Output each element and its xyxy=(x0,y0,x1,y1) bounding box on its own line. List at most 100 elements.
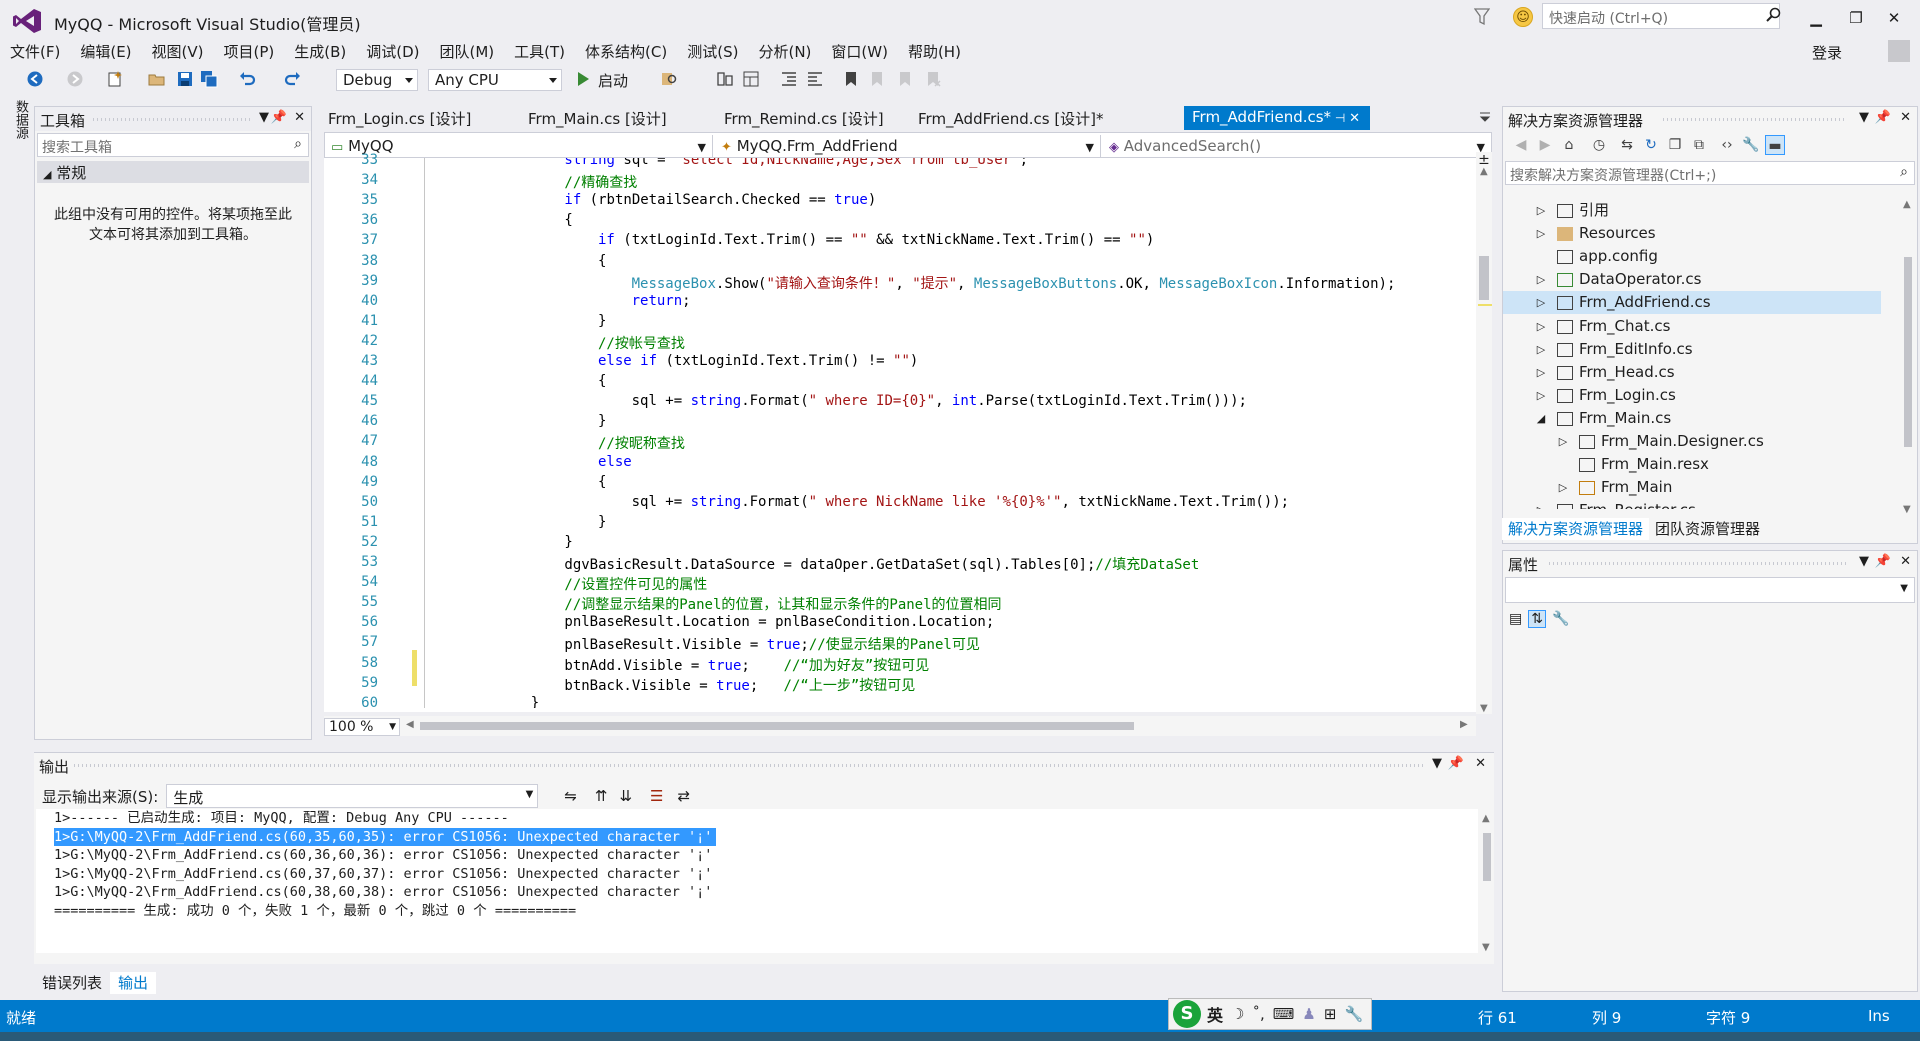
code-line[interactable]: btnBack.Visible = true; //“上一步”按钮可见 xyxy=(430,675,915,695)
indent-icon[interactable] xyxy=(780,70,798,88)
collapsed-arrow-icon[interactable]: ▷ xyxy=(1535,199,1547,222)
editor-vertical-scrollbar[interactable]: ▲ ▼ xyxy=(1476,166,1492,714)
document-tab[interactable]: Frm_Main.cs [设计] xyxy=(520,106,700,130)
code-line[interactable]: //调整显示结果的Panel的位置，让其和显示条件的Panel的位置相同 xyxy=(430,594,1001,614)
properties-wrench-icon[interactable]: 🔧 xyxy=(1741,135,1761,155)
open-file-icon[interactable] xyxy=(148,70,166,88)
restore-button[interactable]: ❐ xyxy=(1842,6,1870,30)
menu-item[interactable]: 生成(B) xyxy=(284,40,356,64)
menu-item[interactable]: 编辑(E) xyxy=(70,40,141,64)
window-position-icon[interactable]: ▼ xyxy=(1432,756,1442,771)
code-editor[interactable]: 33 34 35 36 37 38 39 40 41 42 43 44 45 46 47 48 49 50 51 52… xyxy=(324,152,1492,736)
bookmark-icon[interactable] xyxy=(842,70,860,88)
type-combo[interactable]: ✦ MyQQ.Frm_AddFriend ▼ xyxy=(715,135,1101,157)
solution-tree-item[interactable]: ▷ Frm_AddFriend.cs xyxy=(1503,291,1881,315)
new-project-icon[interactable] xyxy=(106,70,124,88)
collapse-all-icon[interactable]: ❐ xyxy=(1665,135,1685,155)
solution-search-input[interactable]: 搜索解决方案资源管理器(Ctrl+;) ⌕ xyxy=(1505,161,1915,185)
categorized-icon[interactable]: ▤ xyxy=(1509,611,1522,627)
code-line[interactable]: //设置控件可见的属性 xyxy=(430,574,707,594)
close-icon[interactable]: ✕ xyxy=(1900,110,1911,125)
layout-icon[interactable] xyxy=(742,70,760,88)
collapsed-arrow-icon[interactable]: ▷ xyxy=(1535,361,1547,384)
member-combo[interactable]: ◈ AdvancedSearch() ▼ xyxy=(1103,135,1491,157)
code-line[interactable]: else if (txtLoginId.Text.Trim() != "") xyxy=(430,353,918,369)
solution-tree-item[interactable]: ▷ Frm_EditInfo.cs xyxy=(1503,338,1881,361)
collapsed-arrow-icon[interactable]: ▷ xyxy=(1535,268,1547,291)
ime-tools-icon[interactable]: 🔧 xyxy=(1344,1005,1363,1023)
window-position-icon[interactable]: ▼ xyxy=(1859,554,1869,569)
scrollbar-thumb[interactable] xyxy=(1904,257,1912,447)
menu-item[interactable]: 工具(T) xyxy=(504,40,575,64)
collapsed-arrow-icon[interactable]: ▷ xyxy=(1535,338,1547,361)
code-line[interactable]: MessageBox.Show("请输入查询条件！", "提示", Messag… xyxy=(430,273,1396,293)
solution-tree-item[interactable]: ▷ Frm_Head.cs xyxy=(1503,361,1881,384)
code-line[interactable]: { xyxy=(430,253,606,269)
code-line[interactable]: return; xyxy=(430,293,691,309)
document-tab[interactable]: Frm_Login.cs [设计] xyxy=(320,106,500,130)
minimize-button[interactable]: ▁ xyxy=(1802,6,1830,30)
show-all-files-icon[interactable]: ⧉ xyxy=(1689,135,1709,155)
code-line[interactable]: dgvBasicResult.DataSource = dataOper.Get… xyxy=(430,554,1199,574)
output-line[interactable]: 1>G:\MyQQ-2\Frm_AddFriend.cs(60,35,60,35… xyxy=(54,827,717,846)
menu-item[interactable]: 文件(F) xyxy=(0,40,70,64)
find-message-icon[interactable]: ⇋ xyxy=(564,787,577,805)
save-all-icon[interactable] xyxy=(200,70,218,88)
solution-tree-item[interactable]: ▷ Frm_Main.Designer.cs xyxy=(1503,430,1881,453)
start-button-label[interactable]: 启动 xyxy=(598,70,628,91)
code-line[interactable]: } xyxy=(430,534,572,550)
alphabetical-icon[interactable]: ⇅ xyxy=(1528,610,1546,628)
output-line[interactable]: 1>G:\MyQQ-2\Frm_AddFriend.cs(60,38,60,38… xyxy=(36,883,1478,902)
previous-message-icon[interactable]: ⇈ xyxy=(595,787,608,805)
code-line[interactable]: if (txtLoginId.Text.Trim() == "" && txtN… xyxy=(430,232,1154,248)
horizontal-scrollbar-thumb[interactable] xyxy=(420,722,1134,730)
code-line[interactable]: //按帐号查找 xyxy=(430,333,685,353)
forward-icon[interactable]: ▶ xyxy=(1535,135,1555,155)
tab-team-explorer[interactable]: 团队资源管理器 xyxy=(1649,518,1766,540)
prev-bookmark-icon[interactable] xyxy=(868,70,886,88)
home-icon[interactable]: ⌂ xyxy=(1559,135,1579,155)
menu-item[interactable]: 视图(V) xyxy=(142,40,214,64)
forward-icon[interactable] xyxy=(66,70,84,88)
back-icon[interactable] xyxy=(26,70,44,88)
solution-icon[interactable] xyxy=(716,70,734,88)
solution-tree-item[interactable]: ▷ Resources xyxy=(1503,222,1881,245)
code-line[interactable]: } xyxy=(430,695,539,708)
close-icon[interactable]: ✕ xyxy=(294,110,305,125)
menu-item[interactable]: 项目(P) xyxy=(214,40,285,64)
code-line[interactable]: pnlBaseResult.Visible = true;//使显示结果的Pan… xyxy=(430,634,979,654)
code-line[interactable]: } xyxy=(430,313,606,329)
document-tab[interactable]: Frm_AddFriend.cs* ⊣ ✕ xyxy=(1184,106,1370,130)
scroll-up-icon[interactable]: ▲ xyxy=(1903,199,1911,210)
output-source-combo[interactable]: 生成 ▼ xyxy=(166,784,539,808)
solution-tree-item[interactable]: ▷ Frm_Login.cs xyxy=(1503,384,1881,407)
split-view-icon[interactable]: ± xyxy=(1476,152,1492,168)
solution-tree-item[interactable]: ▷ Frm_Chat.cs xyxy=(1503,315,1881,338)
close-icon[interactable]: ✕ xyxy=(1900,554,1911,569)
login-link[interactable]: 登录 xyxy=(1812,42,1842,63)
project-combo[interactable]: ▭ MyQQ ▼ xyxy=(325,135,713,157)
tab-output[interactable]: 输出 xyxy=(110,972,157,994)
solution-tree-item[interactable]: app.config xyxy=(1503,245,1881,268)
pin-icon[interactable]: 📌 xyxy=(1875,110,1891,125)
menu-item[interactable]: 帮助(H) xyxy=(898,40,971,64)
collapsed-arrow-icon[interactable]: ▷ xyxy=(1535,384,1547,407)
property-pages-icon[interactable]: 🔧 xyxy=(1552,611,1569,627)
halfwidth-icon[interactable]: ☽ xyxy=(1231,1005,1244,1023)
output-line[interactable]: 1>------ 已启动生成: 项目: MyQQ, 配置: Debug Any … xyxy=(36,809,1478,828)
scroll-up-icon[interactable]: ▲ xyxy=(1482,813,1490,824)
output-line[interactable]: 1>G:\MyQQ-2\Frm_AddFriend.cs(60,37,60,37… xyxy=(36,865,1478,884)
scroll-down-icon[interactable]: ▼ xyxy=(1482,942,1490,953)
solution-tree-item[interactable]: ▷ 引用 xyxy=(1503,199,1881,222)
collapsed-arrow-icon[interactable]: ▷ xyxy=(1557,430,1569,453)
zoom-combo[interactable]: 100 % ▼ xyxy=(324,718,400,736)
code-line[interactable]: //精确查找 xyxy=(430,172,637,192)
ime-language-label[interactable]: 英 xyxy=(1207,1002,1223,1026)
close-icon[interactable]: ✕ xyxy=(1475,756,1486,771)
window-position-icon[interactable]: ▼ xyxy=(259,110,269,125)
collapsed-arrow-icon[interactable]: ▷ xyxy=(1535,499,1547,509)
scroll-right-icon[interactable]: ▶ xyxy=(1460,719,1468,730)
solution-tree-item[interactable]: Frm_Main.resx xyxy=(1503,453,1881,476)
solution-platform-combo[interactable]: Any CPU xyxy=(428,69,562,91)
code-line[interactable]: } xyxy=(430,413,606,429)
